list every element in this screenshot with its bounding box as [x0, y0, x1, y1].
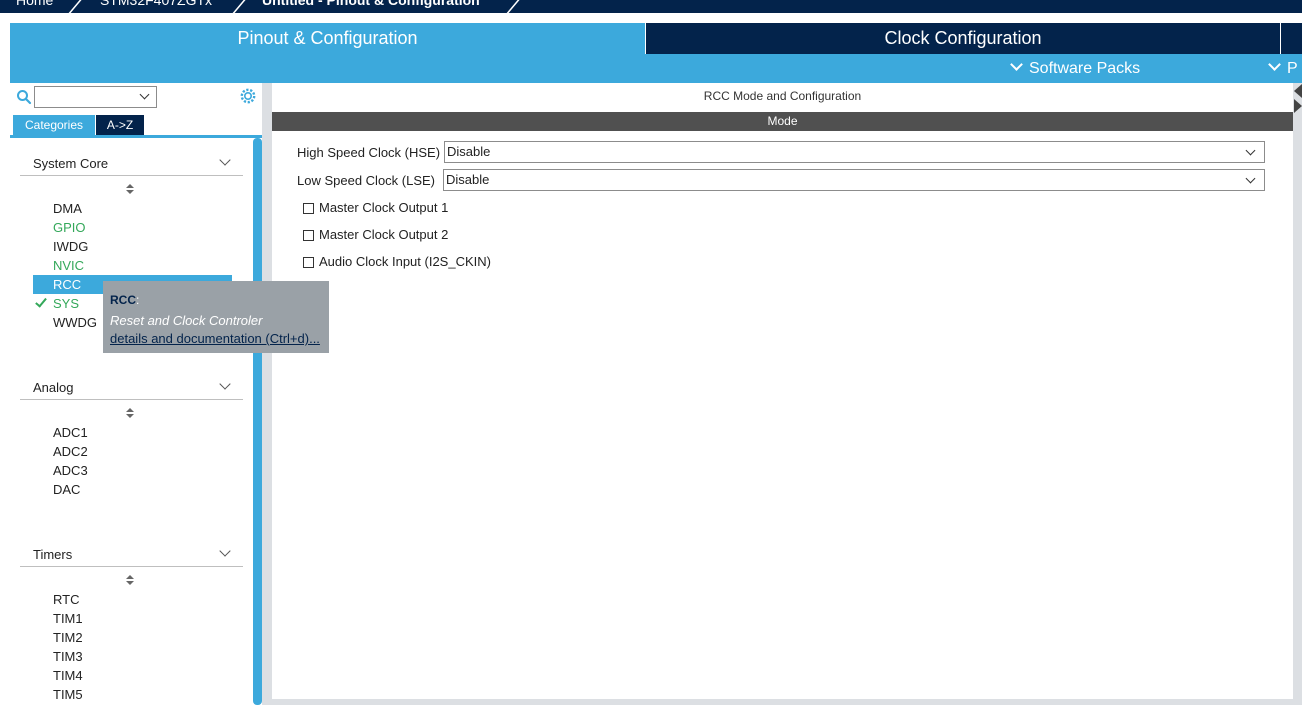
chevron-down-icon — [1245, 173, 1256, 184]
list-item-wwdg[interactable]: WWDG — [53, 313, 97, 332]
audio-clock-input-label[interactable]: Audio Clock Input (I2S_CKIN) — [319, 254, 491, 269]
software-packs-menu[interactable]: Software Packs — [1010, 54, 1141, 83]
chevron-down-icon — [219, 154, 231, 166]
list-item-label: SYS — [53, 296, 80, 311]
list-item-dma[interactable]: DMA — [53, 199, 82, 218]
mode-section-header[interactable]: Mode — [272, 112, 1293, 131]
category-title: Timers — [33, 547, 73, 562]
tabs-spacer — [0, 13, 1302, 23]
tab-clock-configuration[interactable]: Clock Configuration — [646, 23, 1280, 54]
tab-more[interactable] — [1281, 23, 1302, 54]
breadcrumb: Home STM32F407ZGTx Untitled - Pinout & C… — [0, 0, 1302, 13]
chevron-down-icon — [1010, 58, 1023, 71]
chevron-down-icon — [1245, 145, 1256, 156]
gear-icon[interactable] — [239, 87, 257, 105]
panel-splitter[interactable] — [262, 83, 270, 705]
search-icon[interactable] — [16, 89, 32, 105]
category-title: System Core — [33, 156, 109, 171]
tab-a-to-z[interactable]: A->Z — [96, 115, 144, 135]
list-item-tim2[interactable]: TIM2 — [53, 628, 83, 647]
tooltip-title: RCC — [110, 293, 136, 307]
sort-icon[interactable] — [126, 184, 134, 196]
app-window: Home STM32F407ZGTx Untitled - Pinout & C… — [0, 0, 1302, 705]
list-item-gpio[interactable]: GPIO — [53, 218, 86, 237]
rcc-tooltip: RCC: Reset and Clock Controler details a… — [103, 281, 329, 353]
list-item-dac[interactable]: DAC — [53, 480, 80, 499]
chevron-down-icon — [219, 545, 231, 557]
breadcrumb-separator — [64, 0, 82, 13]
documentation-link[interactable]: details and documentation (Ctrl+d)... — [110, 331, 322, 346]
tab-pinout-configuration[interactable]: Pinout & Configuration — [10, 23, 645, 54]
list-item-adc2[interactable]: ADC2 — [53, 442, 88, 461]
list-item-tim4[interactable]: TIM4 — [53, 666, 83, 685]
breadcrumb-home[interactable]: Home — [16, 0, 53, 8]
pinout-menu[interactable]: P — [1268, 54, 1298, 83]
list-item-tim1[interactable]: TIM1 — [53, 609, 83, 628]
hse-select-value: Disable — [447, 144, 491, 159]
packs-toolbar: Software Packs P — [10, 54, 1302, 83]
tab-categories[interactable]: Categories — [13, 115, 95, 135]
lse-label: Low Speed Clock (LSE) — [297, 173, 436, 188]
master-clock-output-1-checkbox[interactable] — [303, 203, 314, 214]
software-packs-label: Software Packs — [1029, 60, 1141, 77]
audio-clock-input-checkbox[interactable] — [303, 257, 314, 268]
breadcrumb-separator — [228, 0, 246, 13]
list-item-adc1[interactable]: ADC1 — [53, 423, 88, 442]
panel-title: RCC Mode and Configuration — [703, 89, 862, 103]
lse-select[interactable]: Disable — [443, 169, 1265, 191]
list-item-adc3[interactable]: ADC3 — [53, 461, 88, 480]
chevron-down-icon — [139, 89, 150, 100]
breadcrumb-project[interactable]: Untitled - Pinout & Configuration — [262, 0, 480, 8]
categories-list: System Core DMA GPIO IWDG NVIC RCC SYS W… — [10, 138, 253, 705]
category-header-timers[interactable]: Timers — [20, 541, 243, 567]
search-input[interactable] — [34, 86, 157, 108]
tooltip-colon: : — [136, 293, 140, 307]
hse-label: High Speed Clock (HSE) — [297, 145, 441, 160]
list-item-sys[interactable]: SYS — [35, 294, 80, 313]
expand-right-icon[interactable] — [1294, 99, 1302, 113]
master-clock-output-1-label[interactable]: Master Clock Output 1 — [319, 200, 448, 215]
categories-scrollbar[interactable] — [253, 138, 262, 705]
categories-panel: Categories A->Z System Core DMA GPIO IWD… — [10, 83, 262, 705]
tooltip-description: Reset and Clock Controler — [110, 313, 263, 328]
list-item-rtc[interactable]: RTC — [53, 590, 79, 609]
chevron-down-icon — [219, 378, 231, 390]
category-header-system-core[interactable]: System Core — [20, 150, 243, 176]
configuration-pane: RCC Mode and Configuration Mode High Spe… — [270, 83, 1302, 705]
category-title: Analog — [33, 380, 74, 395]
sort-icon[interactable] — [126, 575, 134, 587]
lse-select-value: Disable — [446, 172, 490, 187]
pinout-menu-label: P — [1287, 60, 1298, 77]
collapse-left-icon[interactable] — [1294, 84, 1302, 98]
list-item-tim3[interactable]: TIM3 — [53, 647, 83, 666]
hse-select[interactable]: Disable — [444, 141, 1265, 163]
category-header-analog[interactable]: Analog — [20, 374, 243, 400]
sort-icon[interactable] — [126, 408, 134, 420]
list-item-iwdg[interactable]: IWDG — [53, 237, 88, 256]
breadcrumb-separator — [502, 0, 520, 13]
check-icon — [35, 295, 47, 308]
master-clock-output-2-checkbox[interactable] — [303, 230, 314, 241]
breadcrumb-mcu[interactable]: STM32F407ZGTx — [100, 0, 212, 8]
master-clock-output-2-label[interactable]: Master Clock Output 2 — [319, 227, 448, 242]
list-item-tim5[interactable]: TIM5 — [53, 685, 83, 704]
rcc-mode-panel: RCC Mode and Configuration Mode High Spe… — [272, 83, 1293, 699]
list-item-nvic[interactable]: NVIC — [53, 256, 84, 275]
chevron-down-icon — [1268, 58, 1281, 71]
